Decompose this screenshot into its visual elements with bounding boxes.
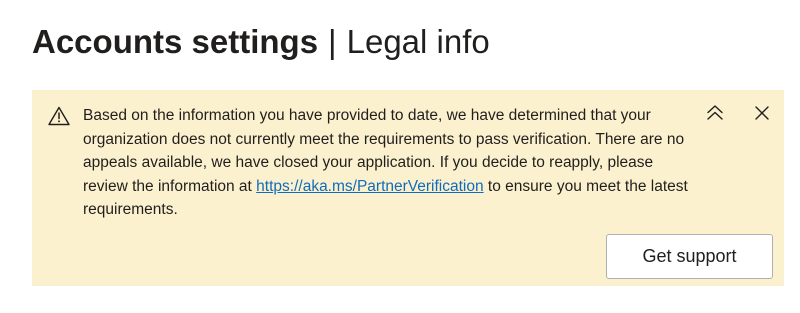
page: Accounts settings | Legal info Based on …: [0, 0, 800, 313]
page-title: Accounts settings | Legal info: [32, 20, 490, 64]
page-title-sub: Legal info: [346, 23, 490, 60]
page-title-main: Accounts settings: [32, 23, 319, 60]
get-support-button[interactable]: Get support: [606, 234, 773, 279]
warning-message-text: Based on the information you have provid…: [83, 104, 693, 222]
chevron-double-up-icon: [705, 103, 725, 128]
warning-message-bar: Based on the information you have provid…: [32, 90, 784, 286]
title-separator: |: [328, 23, 337, 60]
warning-triangle-icon: [48, 106, 70, 126]
collapse-button[interactable]: [702, 102, 728, 128]
close-icon: [754, 105, 770, 126]
dismiss-button[interactable]: [749, 102, 775, 128]
partner-verification-link[interactable]: https://aka.ms/PartnerVerification: [256, 178, 483, 195]
